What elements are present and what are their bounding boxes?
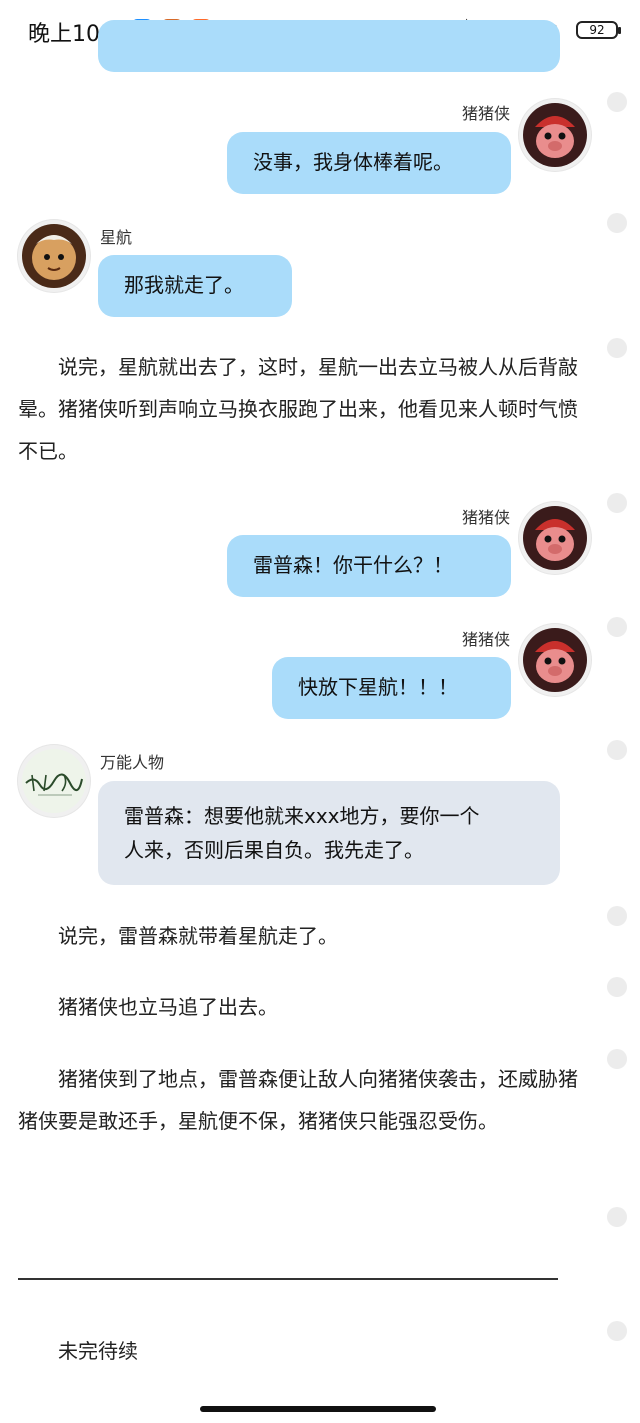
sender-name: 万能人物 [100, 753, 165, 772]
narrative-paragraph: 猪猪侠也立马追了出去。 [58, 995, 278, 1019]
message-bubble[interactable]: 雷普森：想要他就来xxx地方，要你一个 人来，否则后果自负。我先走了。 [98, 781, 560, 885]
message-text: 那我就走了。 [124, 273, 244, 297]
margin-dot [607, 213, 627, 233]
margin-dot [607, 1207, 627, 1227]
margin-dot [607, 493, 627, 513]
message-text: 没事，我身体棒着呢。 [253, 150, 453, 174]
pig-hero-icon [523, 103, 587, 167]
message-text: 快放下星航！！！ [298, 675, 458, 699]
avatar[interactable] [519, 502, 591, 574]
sender-name: 猪猪侠 [461, 104, 510, 123]
pig-hero-icon [523, 506, 587, 570]
margin-dot [607, 617, 627, 637]
avatar[interactable] [519, 624, 591, 696]
margin-dot [607, 906, 627, 926]
avatar[interactable] [519, 99, 591, 171]
avatar[interactable] [18, 745, 90, 817]
avatar[interactable] [18, 220, 90, 292]
message-bubble[interactable]: 没事，我身体棒着呢。 [227, 132, 511, 194]
message-text: 雷普森！你干什么？！ [253, 553, 453, 577]
message-bubble[interactable]: 快放下星航！！！ [272, 657, 511, 719]
margin-dot [607, 740, 627, 760]
sender-name: 猪猪侠 [461, 508, 510, 527]
margin-dot [607, 977, 627, 997]
message-bubble[interactable]: 雷普森！你干什么？！ [227, 535, 511, 597]
narrative-paragraph: 猪猪侠到了地点，雷普森便让敌人向猪猪侠袭击，还威胁猪猪侠要是敢还手，星航便不保，… [18, 1067, 578, 1133]
to-be-continued-text: 未完待续 [58, 1339, 138, 1363]
message-bubble[interactable]: 那我就走了。 [98, 255, 292, 317]
sender-name: 猪猪侠 [461, 630, 510, 649]
calligraphy-icon [22, 749, 86, 813]
margin-dot [607, 1321, 627, 1341]
margin-dot [607, 92, 627, 112]
message-bubble-partial [98, 20, 560, 72]
margin-dot [607, 1049, 627, 1069]
sender-name: 星航 [100, 228, 133, 247]
narrative-paragraph: 说完，雷普森就带着星航走了。 [58, 924, 338, 948]
battery-indicator: 92 [576, 21, 621, 39]
section-divider [18, 1278, 558, 1280]
margin-dot [607, 338, 627, 358]
pig-hero-icon [523, 628, 587, 692]
message-text-line: 人来，否则后果自负。我先走了。 [124, 838, 424, 862]
home-indicator[interactable] [200, 1406, 436, 1412]
lion-cub-icon [22, 224, 86, 288]
message-text-line: 雷普森：想要他就来xxx地方，要你一个 [124, 804, 480, 828]
narrative-paragraph: 说完，星航就出去了，这时，星航一出去立马被人从后背敲晕。猪猪侠听到声响立马换衣服… [18, 355, 578, 463]
